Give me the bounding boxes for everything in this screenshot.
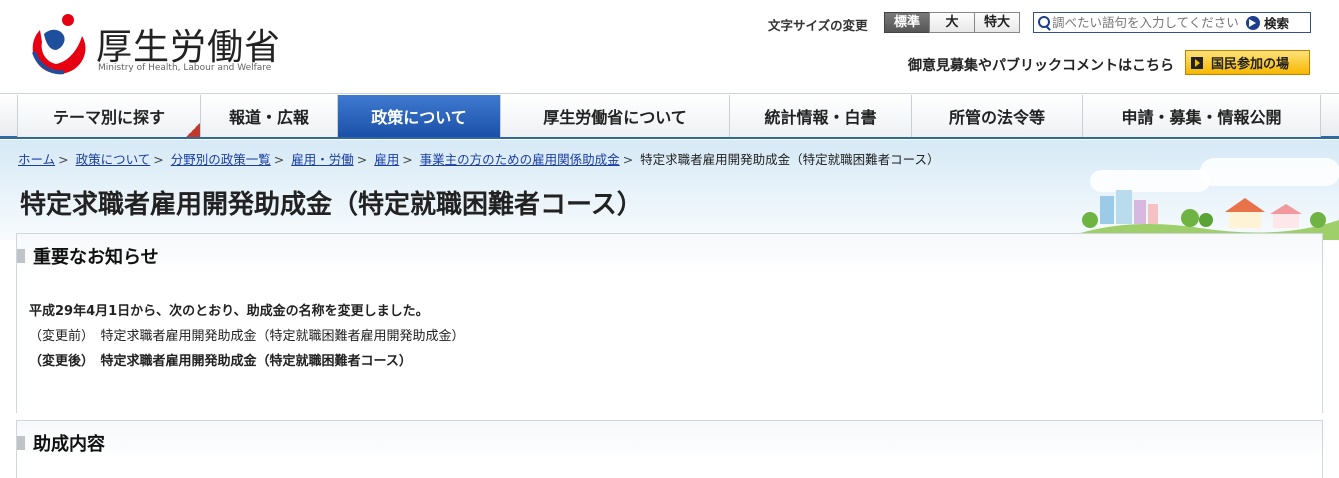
breadcrumb-policy-list[interactable]: 分野別の政策一覧: [171, 152, 271, 167]
global-nav: テーマ別に探す 報道・広報 政策について 厚生労働省について 統計情報・白書 所…: [0, 93, 1339, 139]
notice-line: 平成29年4月1日から、次のとおり、助成金の名称を変更しました。: [29, 304, 429, 319]
search-button-label: 検索: [1264, 16, 1290, 31]
site-search: 検索: [1033, 12, 1311, 33]
search-input[interactable]: [1052, 15, 1244, 30]
font-size-large-button[interactable]: 大: [929, 12, 975, 33]
nav-label: テーマ別に探す: [52, 108, 165, 127]
section-marker: [17, 436, 25, 450]
nav-statistics[interactable]: 統計情報・白書: [730, 95, 912, 137]
nav-policy[interactable]: 政策について: [338, 95, 501, 137]
search-icon: [1034, 13, 1052, 32]
mhlw-logo-mark-icon: [32, 14, 86, 75]
nav-label: 申請・募集・情報公開: [1121, 108, 1282, 127]
play-icon: [1191, 56, 1203, 69]
nav-label: 報道・広報: [228, 108, 309, 127]
nav-about[interactable]: 厚生労働省について: [501, 95, 730, 137]
mhlw-logo[interactable]: 厚生労働省 Ministry of Health, Labour and Wel…: [24, 10, 284, 80]
page-title: 特定求職者雇用開発助成金（特定就職困難者コース）: [20, 190, 643, 220]
notice-line: （変更後） 特定求職者雇用開発助成金（特定就職困難者コース）: [29, 354, 412, 369]
town-illustration-icon: [1060, 190, 1339, 240]
participate-button[interactable]: 国民参加の場: [1185, 50, 1310, 75]
nav-label: 政策について: [371, 108, 467, 127]
opinion-link[interactable]: 御意見募集やパブリックコメントはこちら: [908, 55, 1174, 75]
nav-applications[interactable]: 申請・募集・情報公開: [1083, 95, 1321, 137]
participate-button-label: 国民参加の場: [1211, 57, 1290, 72]
dropdown-corner-icon: [186, 123, 200, 137]
nav-label: 統計情報・白書: [764, 108, 877, 127]
nav-theme[interactable]: テーマ別に探す: [17, 95, 201, 137]
logo-english-text: Ministry of Health, Labour and Welfare: [98, 63, 272, 73]
search-button[interactable]: 検索: [1244, 13, 1289, 32]
content-title: 助成内容: [33, 434, 105, 455]
nav-label: 所管の法令等: [948, 108, 1045, 127]
breadcrumb-employment[interactable]: 雇用: [374, 152, 399, 167]
content-section: 助成内容: [16, 420, 1323, 478]
nav-laws[interactable]: 所管の法令等: [912, 95, 1083, 137]
nav-press[interactable]: 報道・広報: [201, 95, 338, 137]
nav-label: 厚生労働省について: [543, 108, 687, 127]
notice-title: 重要なお知らせ: [33, 247, 159, 268]
breadcrumb-employment-labor[interactable]: 雇用・労働: [291, 152, 354, 167]
font-size-xlarge-button[interactable]: 特大: [974, 12, 1020, 33]
section-marker: [17, 249, 25, 263]
notice-line: （変更前） 特定求職者雇用開発助成金（特定就職困難者雇用開発助成金）: [29, 329, 465, 344]
notice-body: 平成29年4月1日から、次のとおり、助成金の名称を変更しました。 （変更前） 特…: [29, 299, 465, 374]
breadcrumb-subsidies[interactable]: 事業主の方のための雇用関係助成金: [420, 152, 620, 167]
font-size-label: 文字サイズの変更: [768, 18, 868, 33]
page-header: ホーム > 政策について > 分野別の政策一覧 > 雇用・労働 > 雇用 > 事業主の方の…: [0, 140, 1339, 240]
breadcrumb-policy[interactable]: 政策について: [76, 152, 151, 167]
breadcrumb-current: 特定求職者雇用開発助成金（特定就職困難者コース）: [640, 152, 940, 167]
breadcrumb-home[interactable]: ホーム: [18, 152, 55, 167]
font-size-standard-button[interactable]: 標準: [884, 12, 930, 33]
breadcrumb: ホーム > 政策について > 分野別の政策一覧 > 雇用・労働 > 雇用 > 事業主の方の…: [18, 152, 940, 167]
font-size-switcher: 標準 大 特大: [884, 12, 1020, 33]
arrow-right-icon: [1246, 15, 1260, 30]
